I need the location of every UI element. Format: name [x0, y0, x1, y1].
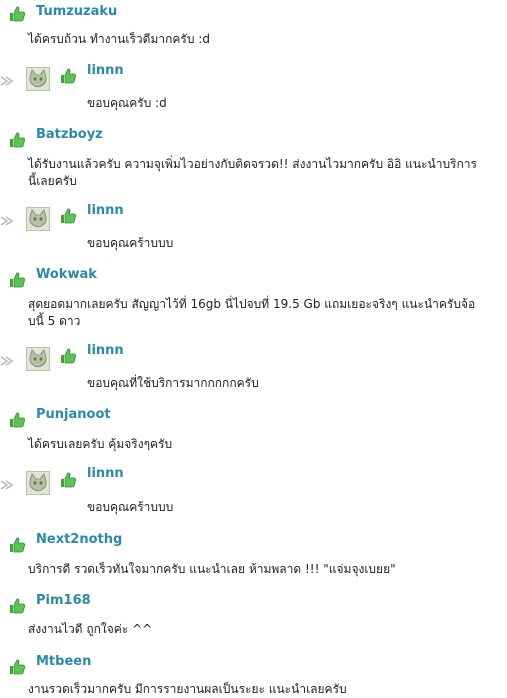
cat-avatar[interactable] [26, 207, 50, 231]
reply-text: ขอบคุณคร้าบบบ [87, 236, 174, 250]
comment-author[interactable]: Mtbeen [36, 654, 91, 670]
reply-arrow-icon [0, 478, 14, 492]
comment-feed: Tumzuzaku ได้ครบถ้วน ทำงานเร็วดีมากครับ … [0, 0, 507, 696]
reply-arrow-icon [0, 214, 14, 228]
thumbs-up-icon [59, 347, 77, 365]
comment-text: ได้ครบเลยครับ คุ้มจริงๆครับ [28, 437, 173, 451]
comment-text: ได้รับงานแล้วครับ ความจุเพิ่มไวอย่างกับต… [28, 157, 477, 188]
thumbs-up-icon [59, 207, 77, 225]
thumbs-up-icon [59, 471, 77, 489]
comment-author[interactable]: Batzboyz [36, 127, 103, 143]
reply-author[interactable]: linnn [87, 466, 124, 482]
comment-author[interactable]: Wokwak [36, 267, 97, 283]
cat-avatar[interactable] [26, 471, 50, 495]
thumbs-up-icon [8, 536, 26, 554]
comment-text: ส่งงานไวดี ถูกใจค่ะ ^^ [28, 622, 153, 636]
reply-text: ขอบคุณที่ใช้บริการมากกกกกครับ [87, 376, 259, 390]
thumbs-up-icon [8, 597, 26, 615]
thumbs-up-icon [8, 5, 26, 23]
thumbs-up-icon [8, 271, 26, 289]
comment-author[interactable]: Tumzuzaku [36, 4, 117, 20]
thumbs-up-icon [8, 131, 26, 149]
comment-author[interactable]: Next2nothg [36, 532, 122, 548]
comment-text: ได้ครบถ้วน ทำงานเร็วดีมากครับ :d [28, 32, 210, 46]
thumbs-up-icon [59, 67, 77, 85]
comment-text: บริการดี รวดเร็วทันใจมากครับ แนะนำเลย ห้… [28, 562, 396, 576]
comment-author[interactable]: Pim168 [36, 593, 91, 609]
reply-author[interactable]: linnn [87, 63, 124, 79]
cat-avatar[interactable] [26, 67, 50, 91]
reply-author[interactable]: linnn [87, 203, 124, 219]
comment-text: สุดยอดมากเลยครับ สัญญาไว้ที่ 16gb นี่ไปจ… [28, 297, 476, 328]
reply-arrow-icon [0, 74, 14, 88]
cat-avatar[interactable] [26, 347, 50, 371]
comment-author[interactable]: Punjanoot [36, 407, 111, 423]
reply-author[interactable]: linnn [87, 343, 124, 359]
reply-text: ขอบคุณครับ :d [87, 96, 167, 110]
reply-arrow-icon [0, 354, 14, 368]
thumbs-up-icon [8, 658, 26, 676]
thumbs-up-icon [8, 411, 26, 429]
reply-text: ขอบคุณคร้าบบบ [87, 500, 174, 514]
comment-text: งานรวดเร็วมากครับ มีการรายงานผลเป็นระยะ … [28, 682, 347, 696]
